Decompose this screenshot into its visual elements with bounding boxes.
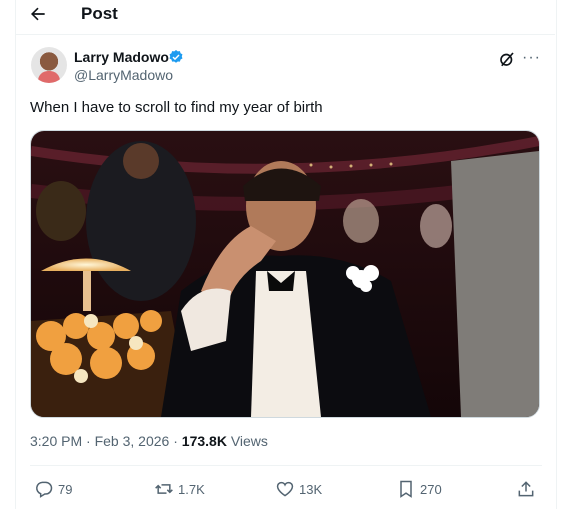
tweet-text: When I have to scroll to find my year of… — [30, 99, 323, 116]
reply-icon — [36, 481, 53, 498]
author-handle[interactable]: @LarryMadowo — [74, 67, 173, 83]
repost-count: 1.7K — [178, 481, 205, 497]
like-count: 13K — [299, 481, 323, 497]
bookmark-count: 270 — [420, 481, 442, 497]
avatar[interactable] — [31, 47, 67, 83]
reply-button[interactable]: 79 — [34, 478, 72, 500]
divider — [15, 34, 555, 35]
grok-icon[interactable] — [498, 50, 516, 68]
repost-button[interactable]: 1.7K — [154, 478, 205, 500]
back-arrow-icon[interactable] — [28, 4, 52, 24]
more-icon[interactable]: ··· — [522, 49, 541, 67]
verified-badge-icon — [168, 49, 184, 65]
reply-count: 79 — [58, 481, 73, 497]
bookmark-button[interactable]: 270 — [396, 478, 442, 500]
share-button[interactable] — [516, 478, 536, 500]
author-name[interactable]: Larry Madowo — [74, 49, 169, 65]
like-button[interactable]: 13K — [275, 478, 322, 500]
share-icon — [518, 481, 534, 497]
meta-separator: · — [86, 433, 91, 449]
tweet-image[interactable] — [30, 130, 540, 418]
post-meta: 3:20 PM · Feb 3, 2026 · 173.8K Views — [30, 433, 268, 449]
like-icon — [276, 481, 294, 497]
repost-icon — [155, 484, 173, 494]
meta-separator: · — [173, 433, 178, 449]
page-header: Post — [0, 0, 567, 28]
page-title: Post — [81, 4, 118, 23]
divider — [30, 465, 542, 466]
views-label: Views — [230, 433, 268, 449]
views-count: 173.8K — [181, 433, 227, 449]
post-time[interactable]: 3:20 PM — [30, 433, 82, 449]
post-date[interactable]: Feb 3, 2026 — [95, 433, 170, 449]
bookmark-icon — [400, 480, 412, 498]
